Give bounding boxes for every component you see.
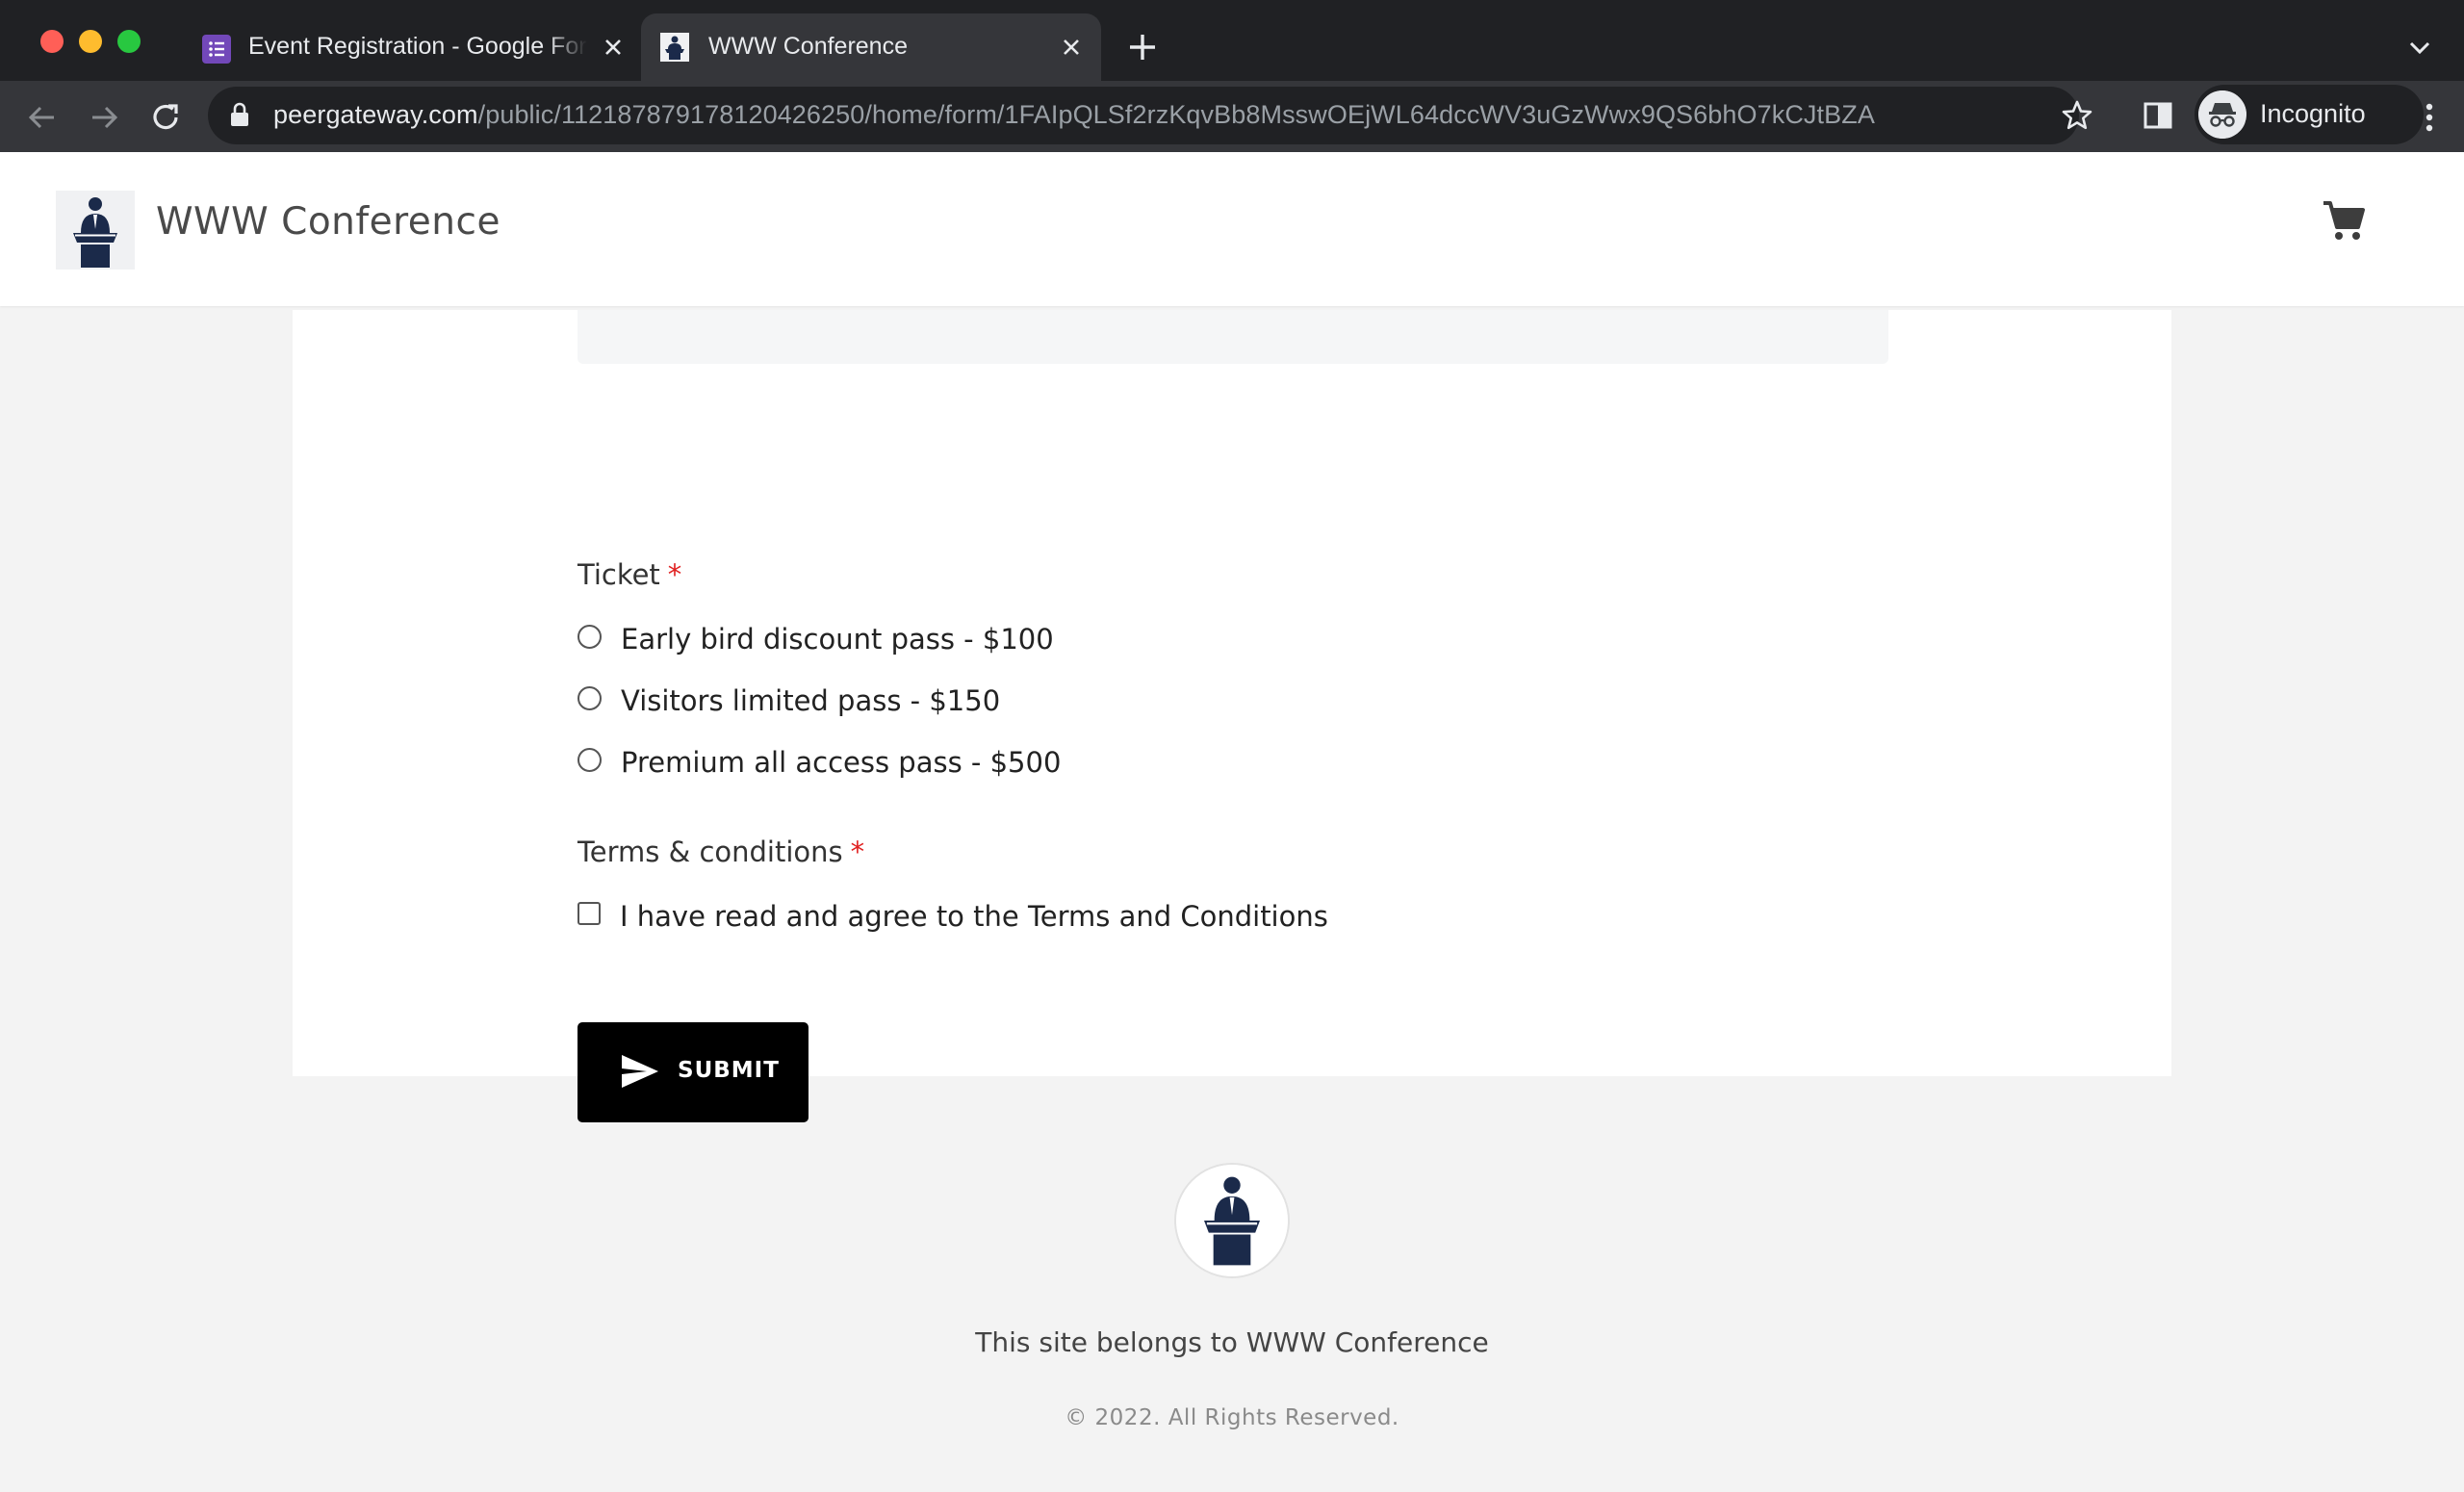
site-name[interactable]: WWW Conference	[156, 200, 500, 244]
ticket-option-early-bird[interactable]: Early bird discount pass - $100	[578, 620, 1054, 658]
site-header: WWW Conference	[0, 152, 2464, 306]
url-text: peergateway.com/public/11218787917812042…	[273, 100, 1875, 130]
url-host: peergateway.com	[273, 100, 478, 129]
footer-owner-text: This site belongs to WWW Conference	[975, 1326, 1489, 1358]
site-logo[interactable]	[56, 191, 135, 270]
tab-event-registration[interactable]: Event Registration - Google Forms	[189, 13, 637, 81]
checkbox-label: I have read and agree to the Terms and C…	[620, 900, 1328, 933]
new-tab-icon[interactable]	[1124, 29, 1161, 65]
option-label: Visitors limited pass - $150	[621, 684, 1001, 717]
close-window-button[interactable]	[40, 30, 64, 53]
option-label: Premium all access pass - $500	[621, 746, 1062, 779]
submit-label: SUBMIT	[678, 1058, 780, 1083]
terms-label-text: Terms & conditions	[578, 836, 843, 868]
google-forms-icon	[202, 35, 231, 64]
browser-toolbar: peergateway.com/public/11218787917812042…	[0, 81, 2464, 152]
option-label: Early bird discount pass - $100	[621, 623, 1054, 656]
ticket-label: Ticket *	[578, 558, 681, 591]
submit-button[interactable]: SUBMIT	[578, 1022, 808, 1122]
speaker-podium-icon	[660, 33, 689, 62]
chevron-down-icon[interactable]	[2402, 33, 2437, 64]
ticket-label-text: Ticket	[578, 558, 660, 591]
radio-early-bird[interactable]	[578, 624, 602, 649]
incognito-label: Incognito	[2260, 99, 2366, 128]
forward-arrow-icon[interactable]	[85, 98, 123, 137]
tab-title: Event Registration - Google Forms	[248, 33, 587, 60]
radio-premium[interactable]	[578, 747, 602, 772]
radio-visitors[interactable]	[578, 685, 602, 710]
incognito-profile-button[interactable]: Incognito	[2194, 85, 2424, 144]
browser-chrome: Event Registration - Google Forms WWW Co…	[0, 0, 2464, 152]
incognito-icon	[2198, 90, 2246, 139]
footer-logo	[1174, 1163, 1290, 1278]
minimize-window-button[interactable]	[79, 30, 102, 53]
terms-label: Terms & conditions *	[578, 836, 864, 868]
form-card: Ticket * Early bird discount pass - $100 …	[293, 310, 2171, 1122]
close-tab-icon[interactable]	[1055, 31, 1088, 64]
required-mark: *	[850, 836, 865, 868]
send-icon	[622, 1055, 658, 1088]
back-arrow-icon[interactable]	[23, 98, 62, 137]
previous-field-input[interactable]	[578, 310, 1888, 364]
footer-copyright: © 2022. All Rights Reserved.	[1065, 1405, 1399, 1430]
side-panel-icon[interactable]	[2141, 98, 2175, 133]
tab-title: WWW Conference	[708, 33, 908, 60]
cart-icon[interactable]	[2320, 196, 2368, 244]
terms-agree-option[interactable]: I have read and agree to the Terms and C…	[578, 897, 1328, 936]
lock-icon	[231, 102, 248, 126]
url-path: /public/112187879178120426250/home/form/…	[477, 100, 1875, 129]
ticket-option-premium[interactable]: Premium all access pass - $500	[578, 743, 1061, 782]
bookmark-star-icon[interactable]	[2060, 98, 2094, 133]
maximize-window-button[interactable]	[117, 30, 141, 53]
more-menu-icon[interactable]	[2412, 98, 2447, 137]
ticket-option-visitors[interactable]: Visitors limited pass - $150	[578, 682, 1000, 720]
terms-checkbox[interactable]	[578, 902, 601, 925]
reload-icon[interactable]	[146, 98, 185, 137]
close-tab-icon[interactable]	[597, 31, 629, 64]
address-bar[interactable]: peergateway.com/public/11218787917812042…	[208, 87, 2092, 144]
web-page: WWW Conference Ticket * Early bird discou…	[0, 152, 2464, 1492]
required-mark: *	[667, 558, 682, 591]
